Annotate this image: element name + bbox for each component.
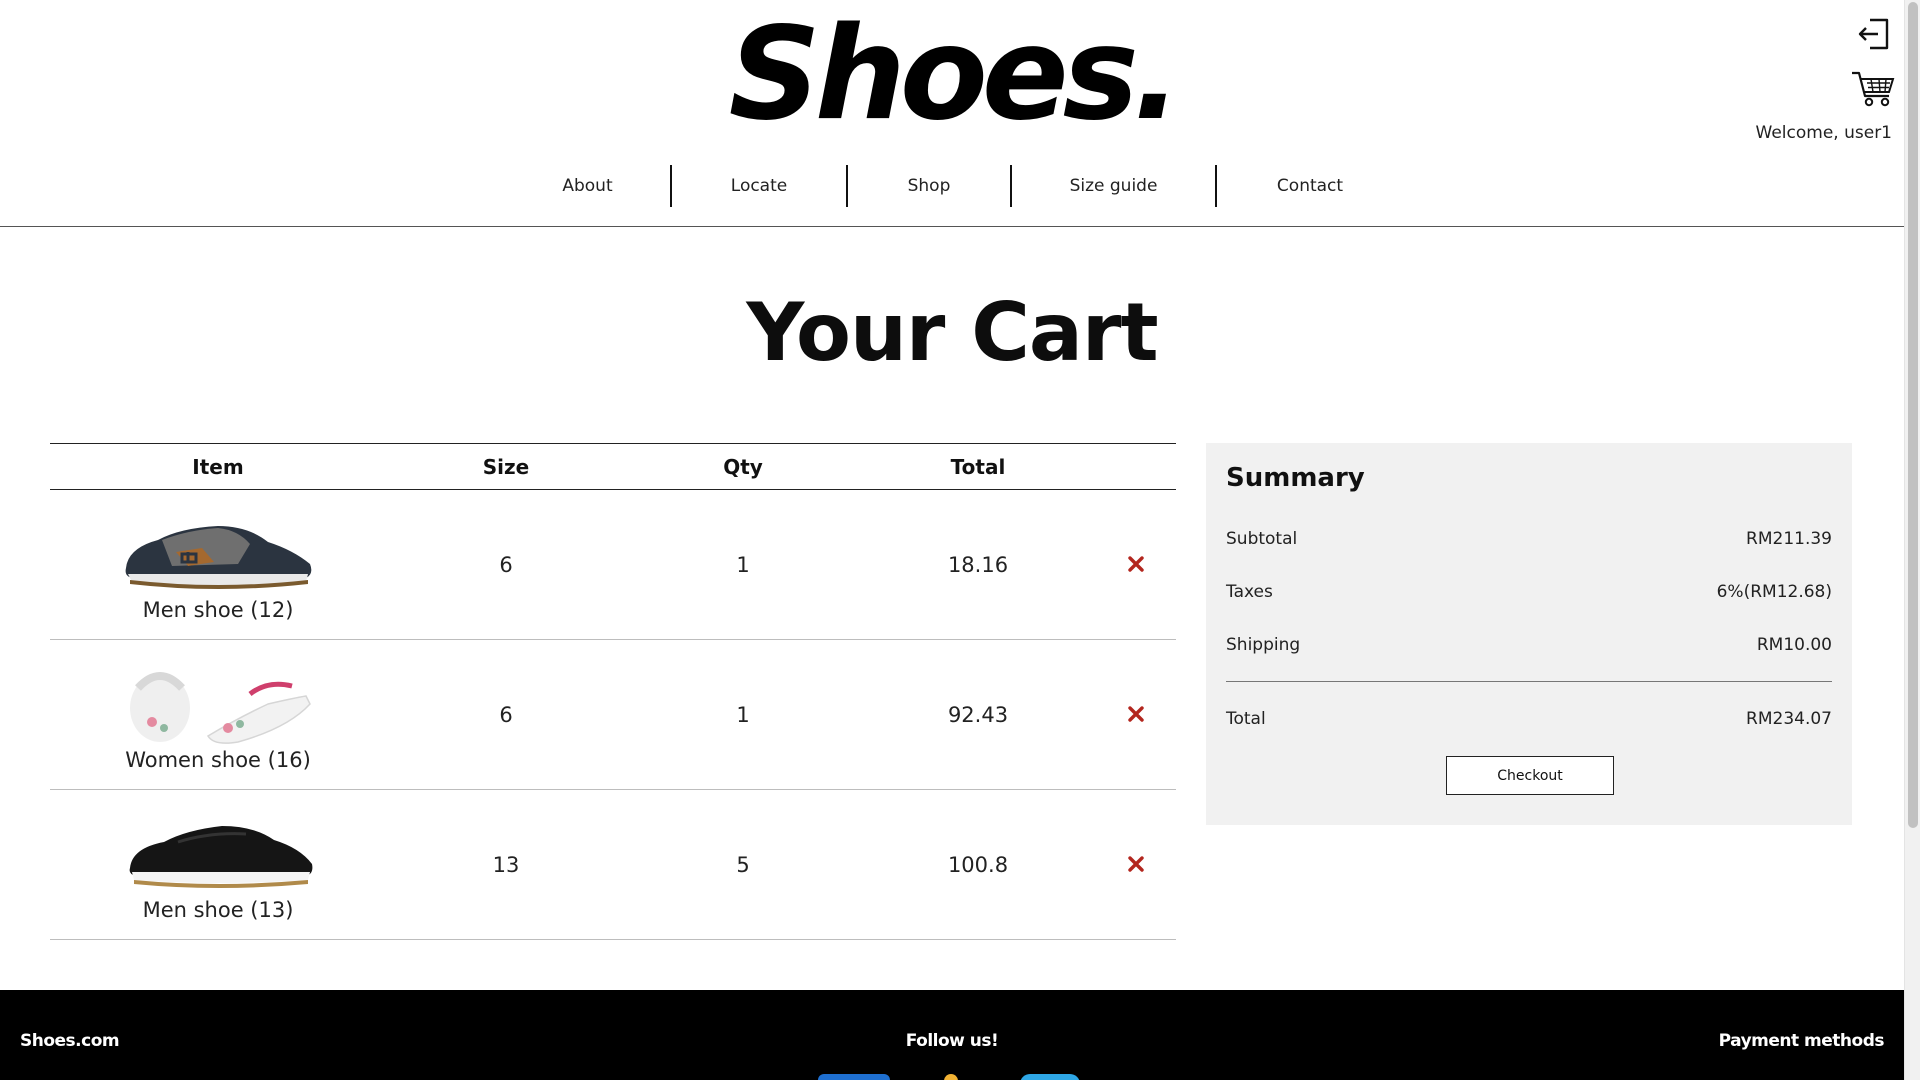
column-header-size: Size — [482, 454, 530, 479]
column-header-item: Item — [192, 454, 244, 479]
item-name: Men shoe (12) — [142, 597, 294, 622]
shipping-label: Shipping — [1226, 635, 1301, 655]
subtotal-label: Subtotal — [1226, 529, 1298, 549]
column-header-total: Total — [950, 454, 1006, 479]
order-summary: Summary Subtotal RM211.39 Taxes 6%(RM12.… — [1206, 443, 1852, 825]
item-qty: 5 — [736, 852, 750, 877]
shipping-value: RM10.00 — [1756, 635, 1832, 655]
vertical-scrollbar[interactable] — [1904, 0, 1920, 1080]
product-image-men-sneaker-black[interactable] — [118, 808, 318, 896]
table-header: Item Size Qty Total — [50, 443, 1176, 490]
remove-item-button[interactable] — [1096, 853, 1176, 877]
column-header-qty: Qty — [723, 454, 763, 479]
remove-item-button[interactable] — [1096, 553, 1176, 577]
cart-icon[interactable] — [1851, 70, 1895, 108]
summary-title: Summary — [1226, 463, 1365, 493]
nav-about[interactable]: About — [505, 165, 670, 207]
footer-brand[interactable]: Shoes.com — [20, 1031, 120, 1051]
site-header: Shoes. Welcome, user1 About Locate Shop — [0, 0, 1904, 227]
total-label: Total — [1226, 709, 1266, 729]
nav-shop[interactable]: Shop — [848, 165, 1010, 207]
nav-contact[interactable]: Contact — [1217, 165, 1403, 207]
item-cell: Men shoe (13) — [50, 790, 386, 940]
page-title: Your Cart — [746, 286, 1158, 379]
twitter-icon[interactable] — [1020, 1074, 1080, 1080]
nav-locate[interactable]: Locate — [672, 165, 846, 207]
summary-subtotal: Subtotal RM211.39 — [1226, 529, 1832, 549]
item-total: 92.43 — [947, 702, 1009, 727]
cart-table: Item Size Qty Total Men shoe (12) 6 1 18… — [50, 443, 1176, 940]
product-image-women-sandal-floral[interactable] — [118, 658, 318, 746]
page: Shoes. Welcome, user1 About Locate Shop — [0, 0, 1904, 1080]
item-qty: 1 — [736, 702, 750, 727]
item-size: 6 — [499, 552, 513, 577]
welcome-text: Welcome, user1 — [1755, 123, 1892, 143]
total-value: RM234.07 — [1746, 709, 1832, 729]
footer-payment-methods: Payment methods — [1718, 1031, 1885, 1051]
summary-taxes: Taxes 6%(RM12.68) — [1226, 582, 1832, 602]
item-cell: Men shoe (12) — [50, 490, 386, 640]
remove-item-button[interactable] — [1096, 703, 1176, 727]
item-cell: Women shoe (16) — [50, 640, 386, 790]
taxes-label: Taxes — [1226, 582, 1273, 602]
site-logo[interactable]: Shoes. — [0, 2, 1904, 148]
scrollbar-thumb[interactable] — [1908, 2, 1918, 828]
summary-divider — [1226, 681, 1832, 682]
item-name: Women shoe (16) — [125, 747, 311, 772]
taxes-value: 6%(RM12.68) — [1716, 582, 1832, 602]
facebook-icon[interactable] — [818, 1074, 890, 1080]
summary-total: Total RM234.07 — [1226, 709, 1832, 729]
footer-follow-us: Follow us! — [905, 1031, 999, 1051]
checkout-button[interactable]: Checkout — [1446, 756, 1614, 795]
main-nav: About Locate Shop Size guide Contact — [505, 165, 1403, 207]
table-row: Men shoe (12) 6 1 18.16 — [50, 490, 1176, 640]
item-total: 100.8 — [947, 852, 1009, 877]
item-name: Men shoe (13) — [142, 897, 294, 922]
close-x-icon[interactable] — [1128, 705, 1144, 722]
item-size: 13 — [492, 852, 520, 877]
item-total: 18.16 — [947, 552, 1009, 577]
close-x-icon[interactable] — [1128, 855, 1144, 872]
item-size: 6 — [499, 702, 513, 727]
nav-size-guide[interactable]: Size guide — [1012, 165, 1215, 207]
close-x-icon[interactable] — [1128, 555, 1144, 572]
product-image-men-sneaker-grey[interactable] — [118, 508, 318, 596]
table-row: Women shoe (16) 6 1 92.43 — [50, 640, 1176, 790]
summary-shipping: Shipping RM10.00 — [1226, 635, 1832, 655]
table-row: Men shoe (13) 13 5 100.8 — [50, 790, 1176, 940]
site-footer: Follow us! Shoes.com Payment methods — [0, 990, 1904, 1080]
item-qty: 1 — [736, 552, 750, 577]
logout-icon[interactable] — [1856, 16, 1892, 52]
subtotal-value: RM211.39 — [1746, 529, 1832, 549]
